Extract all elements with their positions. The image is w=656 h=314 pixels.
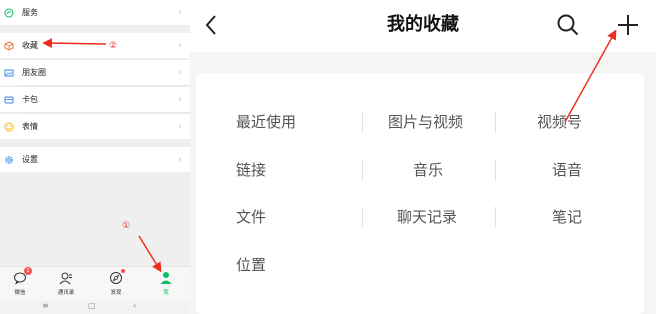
menu-item-label: 卡包 [22, 95, 38, 104]
tab-contacts[interactable]: 通讯录 [46, 270, 86, 300]
system-nav-bar: ≡ ▢ ‹ [0, 300, 190, 314]
menu-item-moments[interactable]: 朋友圈 › [0, 60, 190, 85]
category-files[interactable]: 文件 [236, 206, 266, 227]
menu-item-settings[interactable]: 设置 › [0, 147, 190, 172]
me-icon [159, 270, 173, 284]
moments-icon [4, 68, 14, 78]
sticker-icon [4, 122, 14, 132]
menu-item-label: 服务 [22, 8, 38, 17]
chevron-right-icon: › [178, 121, 182, 132]
menu-item-card-wallet[interactable]: 卡包 › [0, 87, 190, 112]
discover-icon [109, 269, 125, 284]
search-button[interactable] [556, 13, 580, 37]
chevron-right-icon: › [178, 94, 182, 105]
chevron-right-icon: › [178, 67, 182, 78]
chevron-right-icon: › [178, 154, 182, 165]
category-card: 最近使用 图片与视频 视频号 链接 音乐 语音 文件 聊天记录 笔记 位置 [196, 73, 644, 314]
menu-key-icon[interactable]: ≡ [42, 301, 49, 310]
step-marker-1: ① [122, 221, 131, 231]
menu-item-label: 收藏 [22, 41, 38, 50]
divider [20, 85, 190, 86]
chevron-left-icon [205, 15, 216, 35]
divider [495, 207, 496, 227]
settings-icon [4, 155, 14, 165]
divider [495, 112, 496, 132]
bottom-tab-bar: 1 微信 通讯录 发现 我 [0, 266, 190, 300]
menu-item-label: 朋友圈 [22, 68, 46, 77]
tab-me[interactable]: 我 [146, 270, 186, 300]
service-icon [4, 8, 14, 18]
contacts-icon [59, 270, 73, 285]
tab-discover[interactable]: 发现 [96, 269, 136, 300]
back-key-icon[interactable]: ‹ [133, 301, 136, 310]
tab-label: 我 [163, 290, 169, 296]
menu-item-stickers[interactable]: 表情 › [0, 114, 190, 139]
tab-label: 通讯录 [57, 290, 75, 296]
search-icon [557, 14, 579, 36]
divider [495, 160, 496, 180]
category-links[interactable]: 链接 [236, 159, 266, 180]
my-favorites-page: 我的收藏 最近使用 图片与视频 视频号 链接 音乐 语音 文件 聊天记录 笔记 … [190, 0, 656, 314]
chevron-right-icon: › [178, 40, 182, 51]
menu-item-service[interactable]: 服务 › [0, 0, 190, 25]
new-content-dot [121, 269, 125, 273]
tab-label: 微信 [14, 290, 26, 296]
category-location[interactable]: 位置 [236, 254, 266, 275]
favorites-header: 我的收藏 [190, 0, 656, 52]
back-button[interactable] [202, 10, 220, 40]
unread-badge: 1 [24, 267, 32, 275]
divider [20, 112, 190, 113]
card-wallet-icon [4, 95, 14, 105]
divider [362, 160, 363, 180]
home-key-icon[interactable]: ▢ [88, 301, 96, 310]
divider [362, 207, 363, 227]
category-channels[interactable]: 视频号 [537, 111, 582, 132]
divider [362, 112, 363, 132]
menu-item-label: 表情 [22, 122, 38, 131]
favorites-icon [4, 40, 14, 51]
menu-item-label: 设置 [22, 155, 38, 164]
plus-icon [618, 15, 638, 35]
step-marker-2: ② [109, 41, 118, 51]
chevron-right-icon: › [178, 7, 182, 18]
category-voice[interactable]: 语音 [552, 159, 582, 180]
category-chat-history[interactable]: 聊天记录 [397, 206, 457, 227]
chats-icon: 1 [13, 267, 32, 285]
category-recent[interactable]: 最近使用 [236, 111, 296, 132]
category-music[interactable]: 音乐 [413, 159, 443, 180]
category-images-videos[interactable]: 图片与视频 [388, 111, 463, 132]
category-notes[interactable]: 笔记 [552, 206, 582, 227]
tab-chats[interactable]: 1 微信 [0, 267, 40, 300]
add-favorite-button[interactable] [616, 13, 640, 37]
tab-label: 发现 [110, 290, 122, 296]
page-title: 我的收藏 [387, 14, 459, 35]
menu-item-favorites[interactable]: 收藏 › [0, 33, 190, 58]
